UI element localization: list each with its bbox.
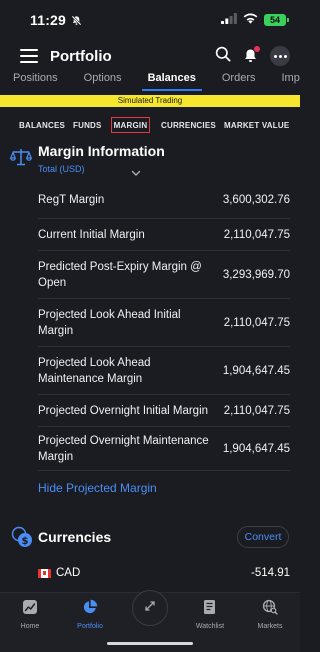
header-actions: [215, 46, 290, 67]
tab-positions[interactable]: Positions: [13, 72, 58, 90]
nav-portfolio[interactable]: Portfolio: [60, 599, 120, 630]
nav-home[interactable]: Home: [0, 599, 60, 630]
nav-markets[interactable]: Markets: [240, 599, 300, 630]
margin-row-label: RegT Margin: [38, 193, 105, 206]
margin-row-label: Projected Look Ahead Initial Margin: [38, 308, 181, 337]
pie-chart-icon: [82, 599, 98, 620]
nav-watchlist[interactable]: Watchlist: [180, 599, 240, 630]
margin-row-value: 2,110,047.75: [223, 228, 290, 241]
margin-row-value: 2,110,047.75: [223, 316, 290, 329]
tab-orders[interactable]: Orders: [222, 72, 256, 90]
nav-label: Markets: [257, 623, 283, 630]
svg-text:$: $: [22, 536, 29, 547]
nav-label: Portfolio: [77, 623, 103, 630]
margin-row: Predicted Post-Expiry Margin @ Open 3,29…: [38, 251, 290, 299]
currencies-section-header: $ Currencies Convert: [0, 523, 300, 553]
margin-section-title: Margin Information: [38, 143, 165, 159]
chevron-down-icon[interactable]: [131, 164, 141, 182]
margin-row: Projected Look Ahead Maintenance Margin …: [38, 347, 290, 395]
search-icon[interactable]: [215, 46, 231, 67]
subtab-funds[interactable]: FUNDS: [73, 121, 102, 130]
margin-row-label: Projected Overnight Maintenance Margin: [38, 434, 209, 463]
globe-search-icon: [262, 599, 278, 620]
canada-flag-icon: [38, 568, 51, 578]
margin-row-label: Current Initial Margin: [38, 228, 145, 241]
signal-icon: [221, 11, 237, 29]
margin-row: Projected Look Ahead Initial Margin 2,11…: [38, 299, 290, 347]
margin-row-value: 1,904,647.45: [222, 364, 290, 377]
margin-rows: RegT Margin 3,600,302.76 Current Initial…: [38, 181, 290, 471]
subtab-balances[interactable]: BALANCES: [19, 121, 65, 130]
margin-row-label: Projected Overnight Initial Margin: [38, 404, 209, 417]
margin-row-value: 1,904,647.45: [222, 442, 290, 455]
convert-button[interactable]: Convert: [237, 526, 289, 548]
margin-row: Projected Overnight Initial Margin 2,110…: [38, 395, 290, 427]
margin-row: Projected Overnight Maintenance Margin 1…: [38, 427, 290, 471]
status-indicators: 54: [221, 11, 289, 29]
currency-code: CAD: [56, 567, 81, 579]
margin-row-value: 3,293,969.70: [222, 268, 290, 281]
subtab-market-value[interactable]: MARKET VALUE: [224, 121, 289, 130]
margin-row-value: 2,110,047.75: [223, 404, 290, 417]
balances-subtabs: BALANCES FUNDS MARGIN CURRENCIES MARKET …: [0, 115, 300, 135]
notification-bell-icon[interactable]: [243, 46, 260, 64]
home-chart-icon: [22, 599, 38, 620]
more-options-icon[interactable]: [270, 46, 290, 66]
tab-balances[interactable]: Balances: [141, 72, 203, 91]
portfolio-tabs: Positions Options Balances Orders Impact…: [0, 72, 300, 94]
nav-label: Watchlist: [195, 623, 225, 630]
margin-row-value: 3,600,302.76: [222, 193, 290, 206]
balance-scale-icon: [9, 148, 33, 171]
simulated-trading-banner: Simulated Trading: [0, 95, 300, 107]
battery-icon: 54: [264, 14, 289, 26]
subtab-margin[interactable]: MARGIN: [111, 117, 150, 133]
app-header: Portfolio: [0, 40, 300, 72]
page-title: Portfolio: [50, 47, 112, 65]
expand-arrows-icon: [143, 599, 157, 618]
status-bar: 11:29 54: [0, 0, 300, 40]
margin-row-label: Projected Look Ahead Maintenance Margin: [38, 356, 151, 385]
bell-muted-icon: [71, 15, 82, 26]
margin-row: Current Initial Margin 2,110,047.75: [38, 219, 290, 251]
hide-projected-margin-link[interactable]: Hide Projected Margin: [38, 481, 157, 495]
subtab-currencies[interactable]: CURRENCIES: [161, 121, 216, 130]
currency-value: -514.91: [250, 567, 290, 579]
watchlist-icon: [202, 599, 218, 620]
currency-exchange-icon: $: [11, 525, 33, 554]
home-indicator: [107, 642, 193, 645]
tab-options[interactable]: Options: [84, 72, 122, 90]
status-time: 11:29: [30, 12, 67, 28]
nav-label: Home: [20, 623, 40, 630]
notification-badge: [254, 46, 260, 52]
currency-selector[interactable]: Total (USD): [38, 164, 85, 174]
margin-row-label: Predicted Post-Expiry Margin @ Open: [38, 260, 202, 289]
currencies-section-title: Currencies: [38, 529, 112, 545]
margin-section-header: Margin Information Total (USD): [0, 140, 300, 180]
wifi-icon: [243, 11, 258, 29]
currency-row[interactable]: CAD -514.91: [38, 564, 290, 582]
menu-icon[interactable]: [20, 49, 38, 63]
tab-impact-lens[interactable]: Impact Lens: [282, 72, 301, 90]
margin-row: RegT Margin 3,600,302.76: [38, 181, 290, 219]
trade-button[interactable]: [132, 590, 168, 626]
